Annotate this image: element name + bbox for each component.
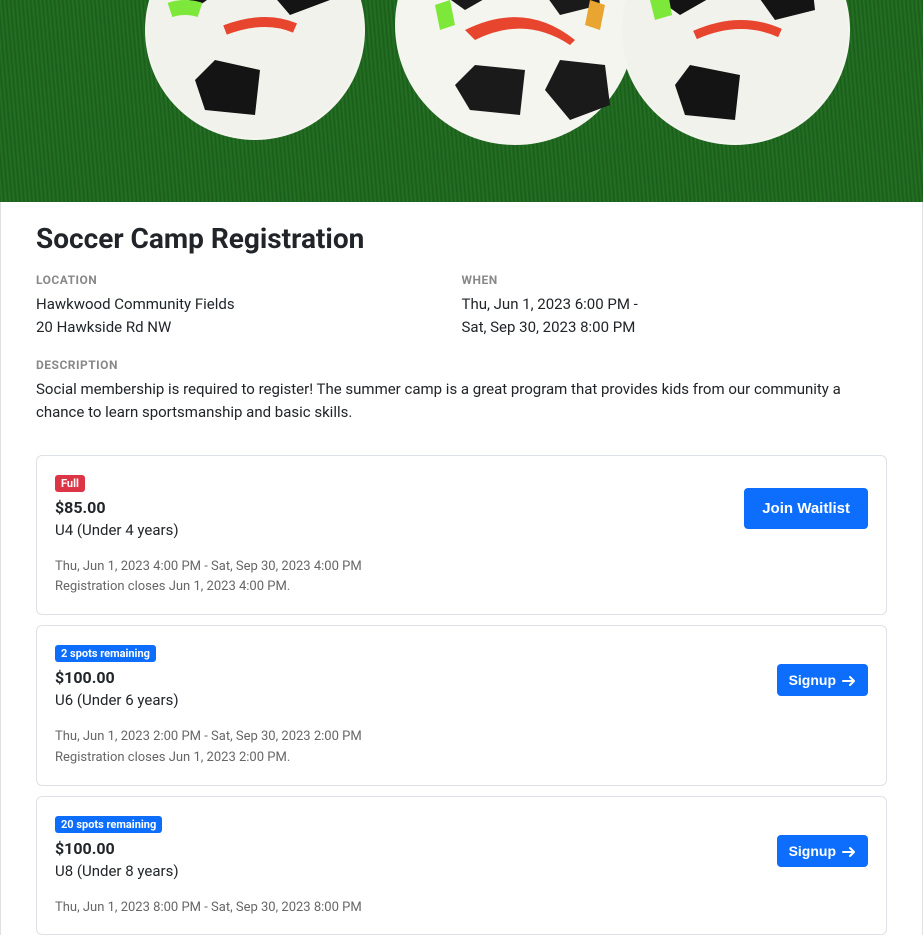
session-price: $100.00	[55, 668, 868, 687]
location-address: 20 Hawkside Rd NW	[36, 316, 462, 339]
join-waitlist-button[interactable]: Join Waitlist	[744, 488, 868, 529]
soccer-ball-image	[145, 0, 365, 140]
when-label: WHEN	[462, 273, 888, 287]
signup-button[interactable]: Signup	[777, 835, 868, 867]
when-end: Sat, Sep 30, 2023 8:00 PM	[462, 316, 888, 339]
signup-button[interactable]: Signup	[777, 664, 868, 696]
description-block: DESCRIPTION Social membership is require…	[36, 358, 887, 425]
location-label: LOCATION	[36, 273, 462, 287]
location-name: Hawkwood Community Fields	[36, 293, 462, 316]
session-reg-closes: Registration closes Jun 1, 2023 2:00 PM.	[55, 748, 868, 769]
arrow-right-icon	[842, 845, 856, 857]
description-label: DESCRIPTION	[36, 358, 887, 372]
page-container: Soccer Camp Registration LOCATION Hawkwo…	[0, 0, 923, 935]
button-label: Join Waitlist	[762, 500, 850, 517]
content-area: Soccer Camp Registration LOCATION Hawkwo…	[0, 202, 923, 935]
page-title: Soccer Camp Registration	[36, 222, 887, 255]
session-card: 2 spots remaining $100.00 U6 (Under 6 ye…	[36, 625, 887, 786]
when-start: Thu, Jun 1, 2023 6:00 PM -	[462, 293, 888, 316]
hero-banner	[0, 0, 923, 202]
session-reg-closes: Registration closes Jun 1, 2023 4:00 PM.	[55, 577, 868, 598]
session-card: Full $85.00 U4 (Under 4 years) Thu, Jun …	[36, 455, 887, 616]
status-badge: 20 spots remaining	[55, 816, 162, 833]
location-block: LOCATION Hawkwood Community Fields 20 Ha…	[36, 273, 462, 338]
session-schedule: Thu, Jun 1, 2023 4:00 PM - Sat, Sep 30, …	[55, 557, 868, 578]
session-schedule: Thu, Jun 1, 2023 2:00 PM - Sat, Sep 30, …	[55, 727, 868, 748]
button-label: Signup	[789, 843, 836, 859]
session-card: 20 spots remaining $100.00 U8 (Under 8 y…	[36, 796, 887, 936]
info-row: LOCATION Hawkwood Community Fields 20 Ha…	[36, 273, 887, 338]
session-name: U8 (Under 8 years)	[55, 862, 868, 880]
arrow-right-icon	[842, 674, 856, 686]
soccer-ball-image	[395, 0, 635, 145]
button-label: Signup	[789, 672, 836, 688]
when-block: WHEN Thu, Jun 1, 2023 6:00 PM - Sat, Sep…	[462, 273, 888, 338]
status-badge: Full	[55, 475, 85, 492]
session-price: $100.00	[55, 839, 868, 858]
session-name: U6 (Under 6 years)	[55, 691, 868, 709]
soccer-ball-image	[620, 0, 850, 145]
status-badge: 2 spots remaining	[55, 645, 156, 662]
session-schedule: Thu, Jun 1, 2023 8:00 PM - Sat, Sep 30, …	[55, 898, 868, 919]
description-text: Social membership is required to registe…	[36, 378, 887, 425]
